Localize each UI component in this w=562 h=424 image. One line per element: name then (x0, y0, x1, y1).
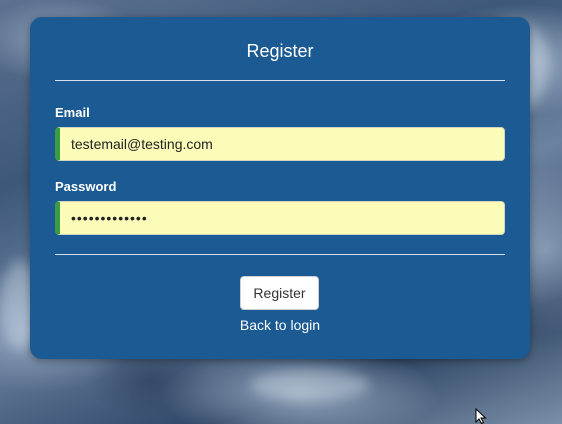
divider (55, 254, 505, 255)
email-field[interactable] (55, 127, 505, 161)
mouse-pointer-icon (475, 408, 487, 424)
password-label: Password (55, 179, 117, 194)
password-field[interactable] (55, 201, 505, 235)
email-label: Email (55, 105, 90, 120)
background-highlight (250, 370, 370, 400)
register-button[interactable]: Register (240, 276, 319, 310)
divider (55, 80, 505, 81)
register-panel: Register Email Password Register Back to… (30, 17, 530, 359)
page-title: Register (246, 41, 314, 61)
back-to-login-link[interactable]: Back to login (30, 317, 530, 333)
